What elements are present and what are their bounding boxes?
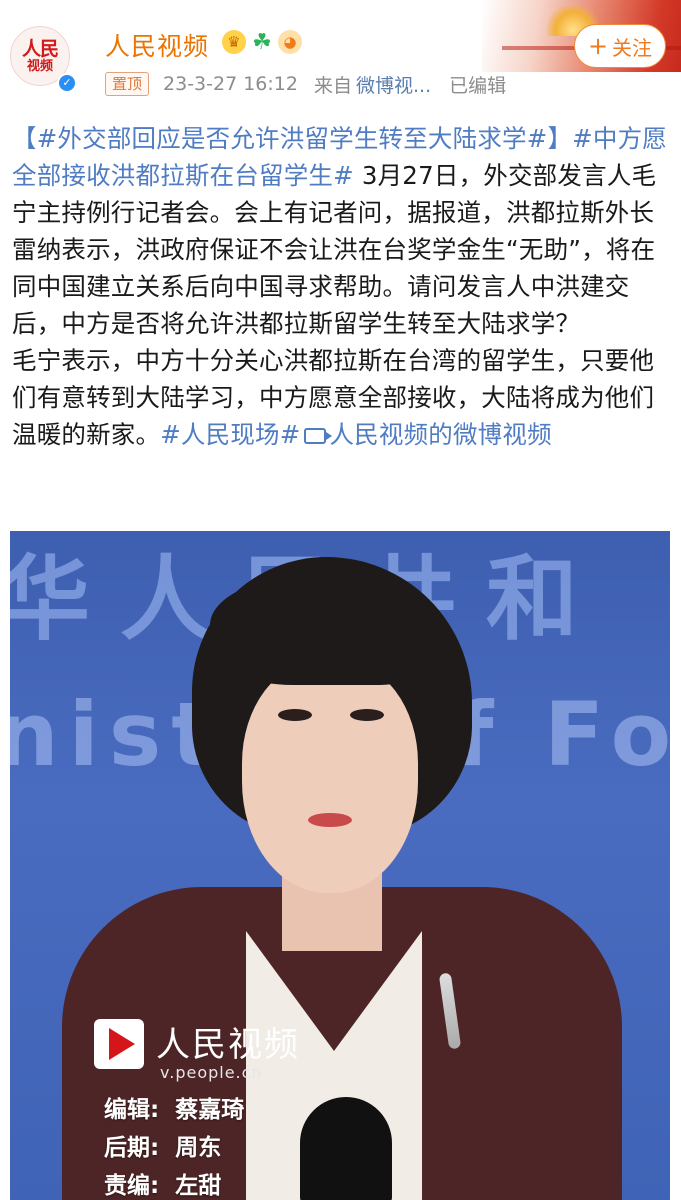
video-credits: 编辑: 蔡嘉琦 后期: 周东 责编: 左甜: [104, 1091, 244, 1200]
post-timestamp: 23-3-27 16:12: [163, 73, 298, 95]
fish-icon[interactable]: ◕: [278, 30, 302, 54]
post-text: 【#外交部回应是否允许洪留学生转至大陆求学#】#中方愿全部接收洪都拉斯在台留学生…: [12, 120, 672, 453]
video-logo-text: 人民视频: [156, 1025, 300, 1065]
credit-line: 编辑: 蔡嘉琦: [104, 1091, 244, 1129]
credit-value: 蔡嘉琦: [175, 1097, 245, 1123]
video-link-icon: [304, 428, 333, 444]
user-badges: ♛ ☘ ◕: [222, 30, 302, 55]
follow-button[interactable]: + 关注: [574, 24, 666, 68]
topic-tag-headline[interactable]: 【#外交部回应是否允许洪留学生转至大陆求学#】: [12, 124, 572, 153]
follow-label: 关注: [612, 35, 653, 60]
video-logo-url: v.people.cn: [160, 1063, 263, 1082]
plus-icon: +: [587, 32, 609, 60]
microphone: [300, 1097, 392, 1200]
crown-icon[interactable]: ♛: [222, 30, 246, 54]
verified-badge-icon: ✓: [57, 73, 77, 93]
speaker-left-eye: [278, 709, 312, 721]
avatar-text-top: 人民: [21, 37, 59, 60]
speaker-face: [242, 661, 418, 893]
speaker-right-eye: [350, 709, 384, 721]
post-paragraph-2: 毛宁表示，中方十分关心洪都拉斯在台湾的留学生，只要他们有意转到大陆学习，中方愿意…: [12, 342, 672, 453]
post-paragraph-1: 【#外交部回应是否允许洪留学生转至大陆求学#】#中方愿全部接收洪都拉斯在台留学生…: [12, 120, 672, 342]
credit-key: 后期:: [104, 1135, 160, 1161]
credit-key: 编辑:: [104, 1097, 160, 1123]
edited-label: 已编辑: [449, 74, 507, 97]
pinned-badge: 置顶: [105, 72, 150, 96]
video-link[interactable]: 人民视频的微博视频: [329, 420, 551, 449]
play-logo-icon: [94, 1019, 144, 1069]
credit-line: 责编: 左甜: [104, 1167, 244, 1200]
clover-icon[interactable]: ☘: [250, 30, 274, 55]
source-link[interactable]: 微博视...: [356, 71, 431, 98]
post-meta: 置顶 23-3-27 16:12 来自 微博视... 已编辑: [105, 70, 506, 98]
video-player[interactable]: 华人民共和 nistry of Fore 人民视频 v.people.cn 编辑…: [10, 531, 670, 1200]
avatar-text-bottom: 视频: [26, 58, 53, 74]
topic-tag-live[interactable]: #人民现场#: [160, 420, 300, 449]
credit-value: 左甜: [175, 1173, 222, 1199]
credit-key: 责编:: [104, 1173, 160, 1199]
credit-line: 后期: 周东: [104, 1129, 244, 1167]
credit-value: 周东: [175, 1135, 222, 1161]
username[interactable]: 人民视频: [105, 27, 209, 63]
speaker-mouth: [308, 813, 352, 827]
source-prefix: 来自: [313, 74, 352, 97]
post-header: 人民 视频 ✓ 人民视频 ♛ ☘ ◕ + 关注 置顶 23-3-27 16:12…: [0, 0, 681, 112]
